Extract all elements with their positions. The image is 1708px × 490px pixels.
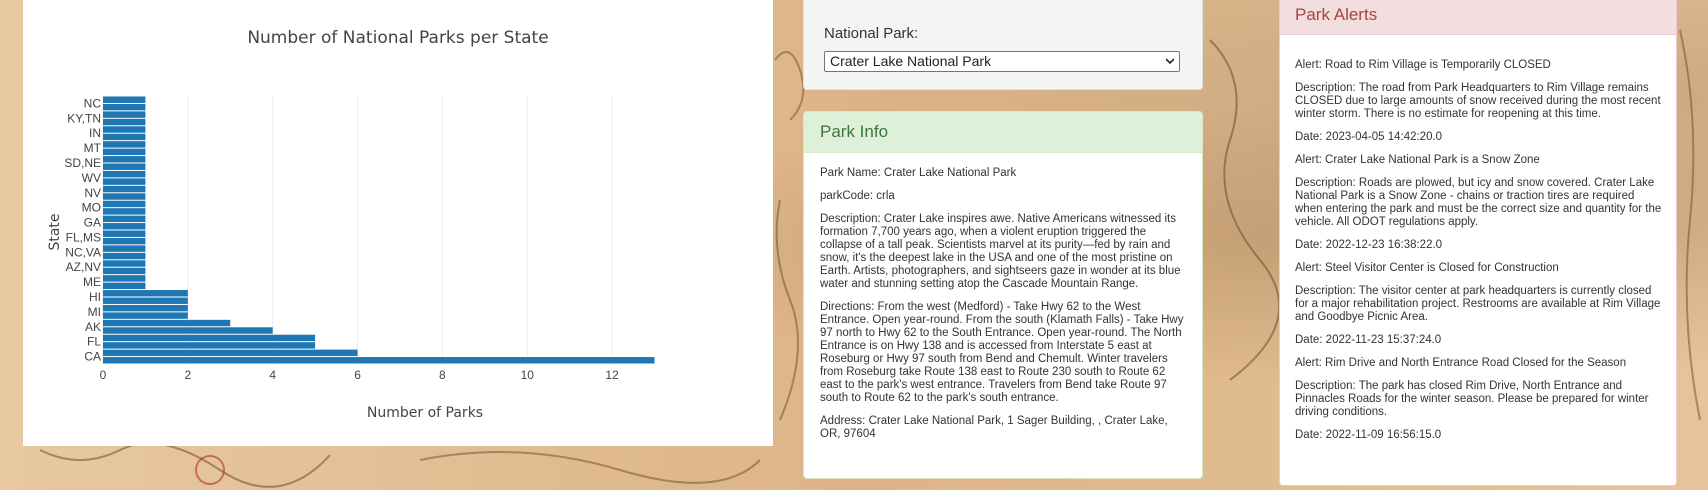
bar (103, 319, 231, 327)
y-tick-label: IN (89, 126, 101, 140)
bar (103, 237, 146, 245)
bar (103, 163, 146, 170)
bar (103, 245, 146, 252)
y-tick-label: MI (88, 305, 101, 319)
x-tick-label: 6 (354, 368, 361, 382)
bar (103, 156, 146, 163)
alert-description: Description: Roads are plowed, but icy a… (1295, 177, 1662, 228)
park-info-panel: Park Info Park Name: Crater Lake Nationa… (803, 111, 1203, 479)
bar (103, 141, 146, 148)
alert-description: Description: The road from Park Headquar… (1295, 82, 1661, 120)
bar (103, 267, 146, 275)
alert-description: Description: The visitor center at park … (1295, 285, 1661, 323)
y-tick-label: FL,MS (66, 230, 101, 244)
y-tick-label: MO (82, 201, 101, 215)
alert-date: Date: 2022-11-23 15:37:24.0 (1295, 334, 1442, 346)
bar (103, 103, 146, 111)
y-tick-label: AK (85, 320, 101, 334)
x-tick-label: 8 (439, 368, 446, 382)
bar (103, 185, 146, 193)
alert-title: Alert: Rim Drive and North Entrance Road… (1295, 357, 1627, 369)
bar (103, 252, 146, 260)
bar (103, 334, 316, 342)
x-tick-label: 2 (185, 368, 192, 382)
y-tick-label: KY,TN (67, 111, 101, 125)
park-alerts-panel: Park Alerts Alert: Road to Rim Village i… (1279, 0, 1677, 486)
bar (103, 297, 188, 304)
y-axis-title: State (47, 213, 63, 250)
y-tick-label: HI (89, 290, 101, 304)
bar (103, 170, 146, 178)
y-tick-label: NV (84, 186, 101, 200)
x-tick-label: 4 (269, 368, 276, 382)
y-tick-label: FL (87, 335, 101, 349)
park-address: Address: Crater Lake National Park, 1 Sa… (820, 415, 1168, 440)
alert-item: Alert: Rim Drive and North Entrance Road… (1295, 357, 1662, 442)
x-tick-label: 12 (605, 368, 619, 382)
alert-item: Alert: Road to Rim Village is Temporaril… (1295, 59, 1662, 144)
park-name: Park Name: Crater Lake National Park (820, 167, 1017, 179)
y-tick-label: CA (84, 350, 101, 364)
bar (103, 230, 146, 237)
x-tick-label: 10 (521, 368, 535, 382)
park-select-label: National Park: (824, 25, 919, 42)
alert-title: Alert: Road to Rim Village is Temporaril… (1295, 59, 1551, 71)
bar (103, 290, 188, 297)
bar (103, 342, 316, 349)
bar (103, 349, 358, 357)
bar (103, 215, 146, 223)
park-selector-panel: National Park: Crater Lake National Park (803, 0, 1203, 90)
y-tick-label: GA (84, 216, 101, 230)
bar (103, 96, 146, 103)
alert-item: Alert: Steel Visitor Center is Closed fo… (1295, 262, 1662, 347)
bar (103, 275, 146, 282)
bar (103, 193, 146, 200)
bar (103, 282, 146, 290)
bar (103, 111, 146, 118)
y-tick-label: WV (82, 171, 101, 185)
park-directions: Directions: From the west (Medford) - Ta… (820, 301, 1184, 404)
x-axis-title: Number of Parks (367, 405, 483, 421)
chevron-down-icon (1166, 58, 1174, 65)
y-tick-label: MT (84, 141, 102, 155)
y-tick-label: NC,VA (65, 245, 101, 259)
bar (103, 148, 146, 156)
alert-date: Date: 2022-12-23 16:38:22.0 (1295, 239, 1443, 251)
alert-title: Alert: Steel Visitor Center is Closed fo… (1295, 262, 1559, 274)
bar (103, 208, 146, 215)
alert-date: Date: 2022-11-09 16:56:15.0 (1295, 429, 1442, 441)
y-tick-label: AZ,NV (66, 260, 101, 274)
bar (103, 312, 188, 319)
park-info-heading: Park Info (804, 112, 1202, 153)
bar-chart: 0 2 4 6 8 10 12 CAFLAKMIHIMEAZ,NVNC,VAFL,MSGAMO… (47, 96, 655, 421)
bar (103, 133, 146, 141)
alert-title: Alert: Crater Lake National Park is a Sn… (1295, 154, 1540, 166)
alert-item: Alert: Crater Lake National Park is a Sn… (1295, 154, 1662, 252)
bar (103, 223, 146, 230)
bar (103, 126, 146, 133)
park-description: Description: Crater Lake inspires awe. N… (820, 213, 1181, 290)
x-tick-label: 0 (100, 368, 107, 382)
chart-panel: Number of National Parks per State 02468… (23, 0, 773, 446)
bar (103, 118, 146, 126)
bar (103, 200, 146, 208)
bar (103, 357, 655, 364)
y-tick-label: SD,NE (64, 156, 101, 170)
y-tick-label: NC (84, 96, 102, 110)
bar (103, 327, 273, 334)
park-select-value: Crater Lake National Park (830, 53, 992, 69)
park-select[interactable]: Crater Lake National Park (824, 51, 1180, 72)
bar (103, 178, 146, 185)
park-alerts-heading: Park Alerts (1280, 0, 1676, 35)
bar (103, 260, 146, 267)
y-tick-label: ME (83, 275, 101, 289)
bar (103, 304, 188, 312)
alert-date: Date: 2023-04-05 14:42:20.0 (1295, 131, 1443, 143)
park-code: parkCode: crla (820, 190, 895, 202)
alert-description: Description: The park has closed Rim Dri… (1295, 380, 1649, 418)
